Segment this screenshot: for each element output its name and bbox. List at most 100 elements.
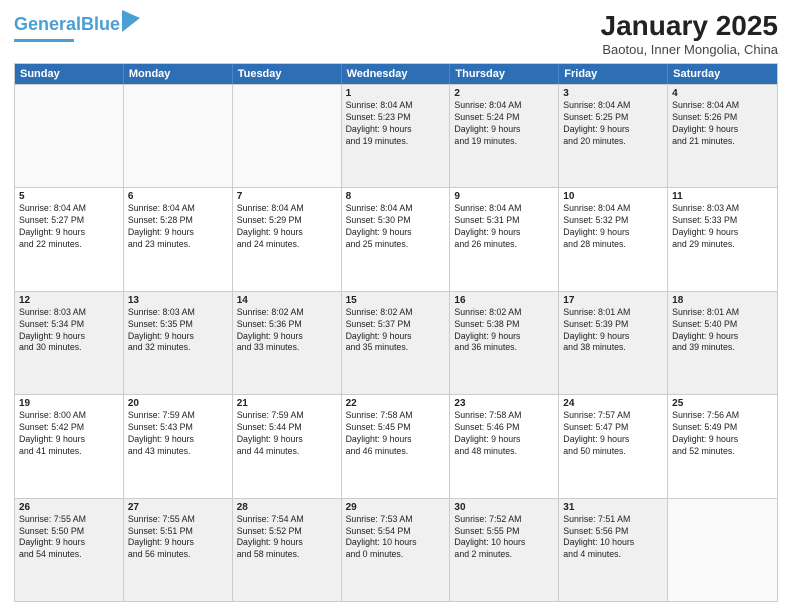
day-number: 8 — [346, 191, 446, 202]
day-number: 30 — [454, 502, 554, 513]
day-number: 7 — [237, 191, 337, 202]
calendar-cell: 4Sunrise: 8:04 AM Sunset: 5:26 PM Daylig… — [668, 85, 777, 187]
calendar-cell: 7Sunrise: 8:04 AM Sunset: 5:29 PM Daylig… — [233, 188, 342, 290]
day-info: Sunrise: 8:01 AM Sunset: 5:40 PM Dayligh… — [672, 307, 773, 355]
day-number: 26 — [19, 502, 119, 513]
day-number: 16 — [454, 295, 554, 306]
day-info: Sunrise: 8:03 AM Sunset: 5:35 PM Dayligh… — [128, 307, 228, 355]
calendar-cell: 18Sunrise: 8:01 AM Sunset: 5:40 PM Dayli… — [668, 292, 777, 394]
day-number: 17 — [563, 295, 663, 306]
header: GeneralBlue January 2025 Baotou, Inner M… — [14, 10, 778, 57]
calendar-cell: 5Sunrise: 8:04 AM Sunset: 5:27 PM Daylig… — [15, 188, 124, 290]
day-info: Sunrise: 8:04 AM Sunset: 5:32 PM Dayligh… — [563, 203, 663, 251]
calendar-cell: 31Sunrise: 7:51 AM Sunset: 5:56 PM Dayli… — [559, 499, 668, 601]
calendar-cell: 1Sunrise: 8:04 AM Sunset: 5:23 PM Daylig… — [342, 85, 451, 187]
calendar-cell: 16Sunrise: 8:02 AM Sunset: 5:38 PM Dayli… — [450, 292, 559, 394]
day-info: Sunrise: 8:04 AM Sunset: 5:26 PM Dayligh… — [672, 100, 773, 148]
day-number: 31 — [563, 502, 663, 513]
day-number: 28 — [237, 502, 337, 513]
day-info: Sunrise: 8:02 AM Sunset: 5:37 PM Dayligh… — [346, 307, 446, 355]
calendar-cell: 14Sunrise: 8:02 AM Sunset: 5:36 PM Dayli… — [233, 292, 342, 394]
calendar-week: 12Sunrise: 8:03 AM Sunset: 5:34 PM Dayli… — [15, 291, 777, 394]
day-number: 4 — [672, 88, 773, 99]
calendar-cell: 27Sunrise: 7:55 AM Sunset: 5:51 PM Dayli… — [124, 499, 233, 601]
day-number: 12 — [19, 295, 119, 306]
calendar-cell: 3Sunrise: 8:04 AM Sunset: 5:25 PM Daylig… — [559, 85, 668, 187]
weekday-header: Thursday — [450, 64, 559, 84]
day-number: 11 — [672, 191, 773, 202]
calendar-cell: 20Sunrise: 7:59 AM Sunset: 5:43 PM Dayli… — [124, 395, 233, 497]
day-info: Sunrise: 7:57 AM Sunset: 5:47 PM Dayligh… — [563, 410, 663, 458]
calendar-cell: 28Sunrise: 7:54 AM Sunset: 5:52 PM Dayli… — [233, 499, 342, 601]
day-number: 6 — [128, 191, 228, 202]
day-info: Sunrise: 8:03 AM Sunset: 5:33 PM Dayligh… — [672, 203, 773, 251]
day-info: Sunrise: 8:04 AM Sunset: 5:31 PM Dayligh… — [454, 203, 554, 251]
day-number: 2 — [454, 88, 554, 99]
day-number: 27 — [128, 502, 228, 513]
page: GeneralBlue January 2025 Baotou, Inner M… — [0, 0, 792, 612]
day-number: 24 — [563, 398, 663, 409]
calendar-week: 1Sunrise: 8:04 AM Sunset: 5:23 PM Daylig… — [15, 84, 777, 187]
day-info: Sunrise: 7:55 AM Sunset: 5:50 PM Dayligh… — [19, 514, 119, 562]
calendar-cell — [15, 85, 124, 187]
day-number: 21 — [237, 398, 337, 409]
day-number: 20 — [128, 398, 228, 409]
title-block: January 2025 Baotou, Inner Mongolia, Chi… — [601, 10, 778, 57]
day-number: 29 — [346, 502, 446, 513]
day-number: 5 — [19, 191, 119, 202]
logo: GeneralBlue — [14, 10, 140, 42]
day-info: Sunrise: 8:02 AM Sunset: 5:38 PM Dayligh… — [454, 307, 554, 355]
calendar-cell: 19Sunrise: 8:00 AM Sunset: 5:42 PM Dayli… — [15, 395, 124, 497]
calendar-cell — [233, 85, 342, 187]
calendar-week: 19Sunrise: 8:00 AM Sunset: 5:42 PM Dayli… — [15, 394, 777, 497]
weekday-header: Monday — [124, 64, 233, 84]
day-info: Sunrise: 8:04 AM Sunset: 5:27 PM Dayligh… — [19, 203, 119, 251]
day-number: 22 — [346, 398, 446, 409]
day-number: 15 — [346, 295, 446, 306]
day-info: Sunrise: 7:54 AM Sunset: 5:52 PM Dayligh… — [237, 514, 337, 562]
logo-underline — [14, 39, 74, 42]
day-info: Sunrise: 7:53 AM Sunset: 5:54 PM Dayligh… — [346, 514, 446, 562]
calendar-cell: 13Sunrise: 8:03 AM Sunset: 5:35 PM Dayli… — [124, 292, 233, 394]
day-number: 13 — [128, 295, 228, 306]
weekday-header: Wednesday — [342, 64, 451, 84]
day-info: Sunrise: 8:02 AM Sunset: 5:36 PM Dayligh… — [237, 307, 337, 355]
calendar-cell: 6Sunrise: 8:04 AM Sunset: 5:28 PM Daylig… — [124, 188, 233, 290]
day-number: 10 — [563, 191, 663, 202]
day-info: Sunrise: 7:59 AM Sunset: 5:44 PM Dayligh… — [237, 410, 337, 458]
day-info: Sunrise: 8:00 AM Sunset: 5:42 PM Dayligh… — [19, 410, 119, 458]
day-info: Sunrise: 8:03 AM Sunset: 5:34 PM Dayligh… — [19, 307, 119, 355]
weekday-header: Saturday — [668, 64, 777, 84]
main-title: January 2025 — [601, 10, 778, 42]
day-info: Sunrise: 8:04 AM Sunset: 5:29 PM Dayligh… — [237, 203, 337, 251]
day-number: 18 — [672, 295, 773, 306]
day-info: Sunrise: 8:04 AM Sunset: 5:25 PM Dayligh… — [563, 100, 663, 148]
day-info: Sunrise: 7:59 AM Sunset: 5:43 PM Dayligh… — [128, 410, 228, 458]
calendar-cell — [124, 85, 233, 187]
day-info: Sunrise: 8:04 AM Sunset: 5:30 PM Dayligh… — [346, 203, 446, 251]
subtitle: Baotou, Inner Mongolia, China — [601, 42, 778, 57]
calendar-body: 1Sunrise: 8:04 AM Sunset: 5:23 PM Daylig… — [15, 84, 777, 601]
calendar-cell: 24Sunrise: 7:57 AM Sunset: 5:47 PM Dayli… — [559, 395, 668, 497]
calendar: SundayMondayTuesdayWednesdayThursdayFrid… — [14, 63, 778, 602]
calendar-week: 26Sunrise: 7:55 AM Sunset: 5:50 PM Dayli… — [15, 498, 777, 601]
logo-general: General — [14, 14, 81, 34]
calendar-cell: 21Sunrise: 7:59 AM Sunset: 5:44 PM Dayli… — [233, 395, 342, 497]
day-info: Sunrise: 7:58 AM Sunset: 5:45 PM Dayligh… — [346, 410, 446, 458]
day-number: 3 — [563, 88, 663, 99]
calendar-cell: 26Sunrise: 7:55 AM Sunset: 5:50 PM Dayli… — [15, 499, 124, 601]
calendar-cell: 25Sunrise: 7:56 AM Sunset: 5:49 PM Dayli… — [668, 395, 777, 497]
calendar-cell: 29Sunrise: 7:53 AM Sunset: 5:54 PM Dayli… — [342, 499, 451, 601]
calendar-week: 5Sunrise: 8:04 AM Sunset: 5:27 PM Daylig… — [15, 187, 777, 290]
weekday-header: Tuesday — [233, 64, 342, 84]
day-info: Sunrise: 8:04 AM Sunset: 5:28 PM Dayligh… — [128, 203, 228, 251]
day-info: Sunrise: 7:56 AM Sunset: 5:49 PM Dayligh… — [672, 410, 773, 458]
weekday-header: Friday — [559, 64, 668, 84]
day-info: Sunrise: 7:52 AM Sunset: 5:55 PM Dayligh… — [454, 514, 554, 562]
day-number: 23 — [454, 398, 554, 409]
calendar-cell: 30Sunrise: 7:52 AM Sunset: 5:55 PM Dayli… — [450, 499, 559, 601]
day-info: Sunrise: 7:51 AM Sunset: 5:56 PM Dayligh… — [563, 514, 663, 562]
calendar-cell: 2Sunrise: 8:04 AM Sunset: 5:24 PM Daylig… — [450, 85, 559, 187]
weekday-header: Sunday — [15, 64, 124, 84]
calendar-cell: 15Sunrise: 8:02 AM Sunset: 5:37 PM Dayli… — [342, 292, 451, 394]
